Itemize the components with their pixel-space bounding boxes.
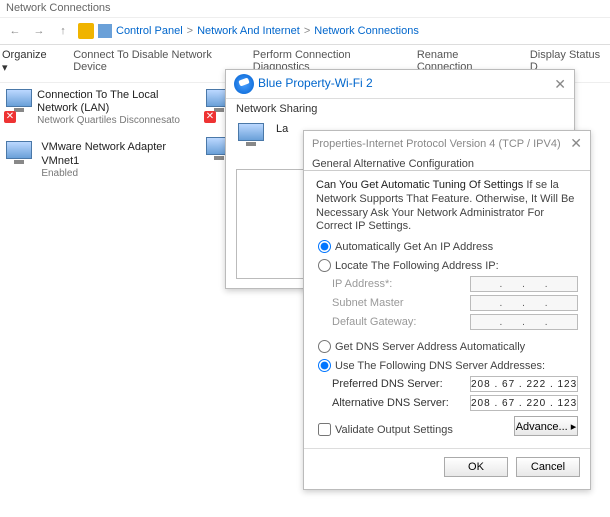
advanced-button[interactable]: Advance... ▸: [514, 416, 578, 436]
ip-address-label: IP Address*:: [332, 278, 470, 290]
ipv4-properties-dialog: Properties-Internet Protocol Version 4 (…: [303, 130, 591, 490]
pc-icon: [98, 24, 112, 38]
adapter-vmnet1[interactable]: VMware Network Adapter VMnet1 Enabled: [4, 141, 194, 179]
bluetooth-icon: [234, 74, 254, 94]
radio-manual-dns-label: Use The Following DNS Server Addresses:: [335, 360, 545, 372]
breadcrumb-mid[interactable]: Network And Internet: [197, 25, 300, 37]
folder-icon: [78, 23, 94, 39]
radio-auto-ip-label: Automatically Get An IP Address: [335, 241, 493, 253]
organize-menu[interactable]: Organize ▾: [2, 49, 49, 74]
subnet-mask-field: [470, 295, 578, 311]
tab-general[interactable]: General Alternative Configuration: [312, 158, 474, 170]
preferred-dns-field[interactable]: [470, 376, 578, 392]
ipv4-heading: Can You Get Automatic Tuning Of Settings: [316, 179, 523, 191]
radio-manual-dns-input[interactable]: [318, 359, 331, 372]
breadcrumb[interactable]: Control Panel > Network And Internet > N…: [78, 23, 604, 39]
radio-manual-dns[interactable]: Use The Following DNS Server Addresses:: [318, 359, 578, 372]
close-icon[interactable]: ✕: [570, 135, 582, 152]
explorer-toolbar: ← → ↑ Control Panel > Network And Intern…: [0, 18, 610, 45]
back-arrow-icon[interactable]: ←: [6, 22, 24, 40]
connect-device-cmd[interactable]: Connect To Disable Network Device: [73, 49, 229, 74]
subnet-mask-label: Subnet Master: [332, 297, 470, 309]
radio-auto-ip-input[interactable]: [318, 240, 331, 253]
breadcrumb-leaf[interactable]: Network Connections: [314, 25, 419, 37]
ipv4-dialog-title: Properties-Internet Protocol Version 4 (…: [312, 138, 561, 150]
up-arrow-icon[interactable]: ↑: [54, 22, 72, 40]
validate-checkbox-label: Validate Output Settings: [335, 424, 453, 436]
breadcrumb-sep: >: [304, 25, 310, 37]
radio-auto-dns-input[interactable]: [318, 340, 331, 353]
radio-auto-dns-label: Get DNS Server Address Automatically: [335, 341, 525, 353]
close-icon[interactable]: ✕: [554, 76, 566, 93]
radio-manual-ip-label: Locate The Following Address IP:: [335, 260, 499, 272]
adapter-name: VMware Network Adapter VMnet1: [41, 141, 194, 167]
adapter-name: La: [276, 123, 288, 136]
wifi-dialog-title: Blue Property-Wi-Fi 2: [258, 76, 373, 90]
adapter-lan[interactable]: ✕ Connection To The Local Network (LAN) …: [4, 89, 194, 127]
validate-checkbox-input[interactable]: [318, 423, 331, 436]
network-sharing-tab[interactable]: Network Sharing: [226, 98, 574, 119]
gateway-field: [470, 314, 578, 330]
adapter-status: Enabled: [41, 168, 194, 180]
radio-manual-ip-input[interactable]: [318, 259, 331, 272]
ok-button[interactable]: OK: [444, 457, 508, 477]
cancel-button[interactable]: Cancel: [516, 457, 580, 477]
radio-manual-ip[interactable]: Locate The Following Address IP:: [318, 259, 578, 272]
gateway-label: Default Gateway:: [332, 316, 470, 328]
radio-auto-dns[interactable]: Get DNS Server Address Automatically: [318, 340, 578, 353]
adapter-status: Network Quartiles Disconnesato: [37, 115, 194, 127]
error-x-icon: ✕: [204, 111, 216, 123]
radio-auto-ip[interactable]: Automatically Get An IP Address: [318, 240, 578, 253]
ip-address-field: [470, 276, 578, 292]
alt-dns-field[interactable]: [470, 395, 578, 411]
preferred-dns-label: Preferred DNS Server:: [332, 378, 470, 390]
breadcrumb-sep: >: [187, 25, 193, 37]
adapter-name: Connection To The Local Network (LAN): [37, 89, 194, 115]
error-x-icon: ✕: [4, 111, 16, 123]
window-title: Network Connections: [6, 2, 111, 14]
breadcrumb-root[interactable]: Control Panel: [116, 25, 183, 37]
forward-arrow-icon[interactable]: →: [30, 22, 48, 40]
alt-dns-label: Alternative DNS Server:: [332, 397, 470, 409]
